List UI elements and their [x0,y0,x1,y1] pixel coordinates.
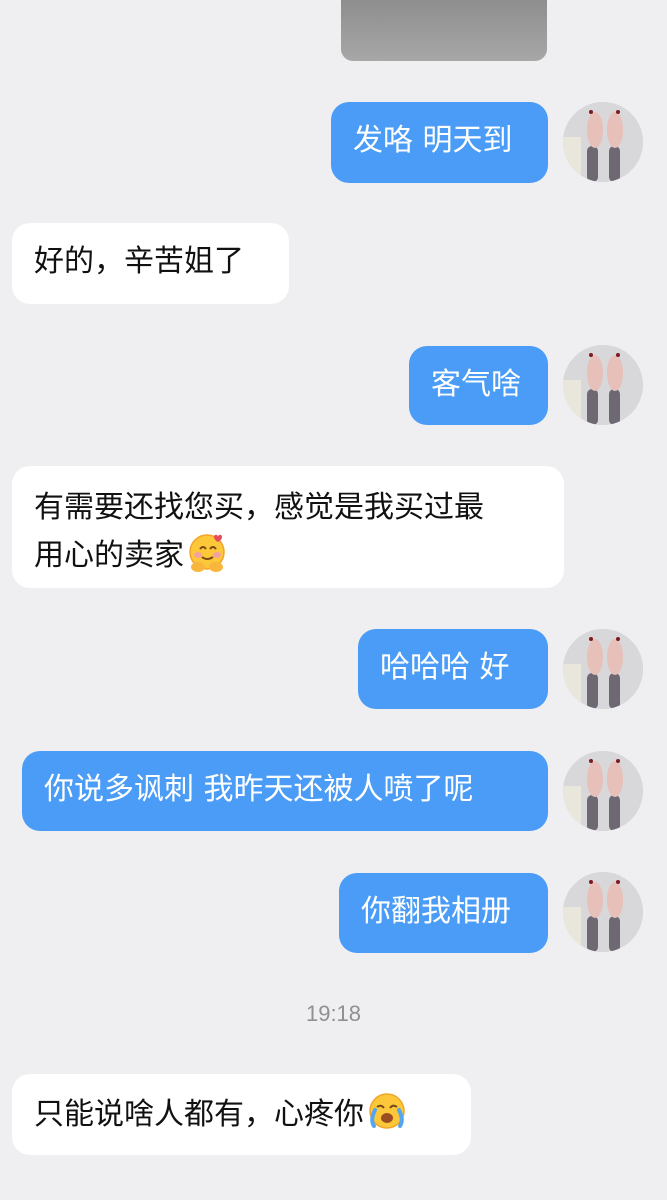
message-text-line: 有需要还找您买，感觉是我买过最 [34,490,484,525]
message-text: 你说多讽刺 我昨天还被人喷了呢 [44,772,474,807]
avatar-photo-icon [563,751,643,831]
avatar-photo-icon [563,345,643,425]
message-text: 发咯 明天到 [353,123,513,158]
timestamp: 19:18 [305,1001,362,1026]
message-text: 哈哈哈 好 [380,650,510,685]
message-bubble-received[interactable]: 有需要还找您买，感觉是我买过最 用心的卖家 [12,466,564,588]
message-bubble-sent[interactable]: 发咯 明天到 [331,102,548,183]
avatar[interactable] [563,751,643,831]
avatar-photo-icon [563,102,643,182]
message-text: 好的，辛苦姐了 [34,244,244,279]
message-bubble-sent[interactable]: 你说多讽刺 我昨天还被人喷了呢 [22,751,548,831]
message-text: 你翻我相册 [361,894,511,929]
message-bubble-sent[interactable]: 你翻我相册 [339,873,548,953]
avatar[interactable] [563,102,643,182]
avatar-photo-icon [563,629,643,709]
message-bubble-received[interactable]: 只能说啥人都有，心疼你 [12,1074,471,1155]
crying-face-icon [369,1093,405,1129]
message-text: 用心的卖家 [34,538,184,573]
image-message-thumbnail[interactable] [341,0,547,61]
message-bubble-sent[interactable]: 哈哈哈 好 [358,629,548,709]
message-text: 只能说啥人都有，心疼你 [34,1097,364,1132]
message-bubble-received[interactable]: 好的，辛苦姐了 [12,223,289,304]
avatar[interactable] [563,629,643,709]
message-text: 客气啥 [431,367,521,402]
avatar-photo-icon [563,872,643,952]
avatar[interactable] [563,872,643,952]
hugging-face-icon [189,534,225,572]
message-bubble-sent[interactable]: 客气啥 [409,346,548,425]
chat-container: 发咯 明天到 好的，辛苦姐了 客气啥 有需要还找您买，感觉是我买过最 用心的卖家… [0,0,667,1200]
avatar[interactable] [563,345,643,425]
message-text-line: 用心的卖家 [34,531,542,579]
